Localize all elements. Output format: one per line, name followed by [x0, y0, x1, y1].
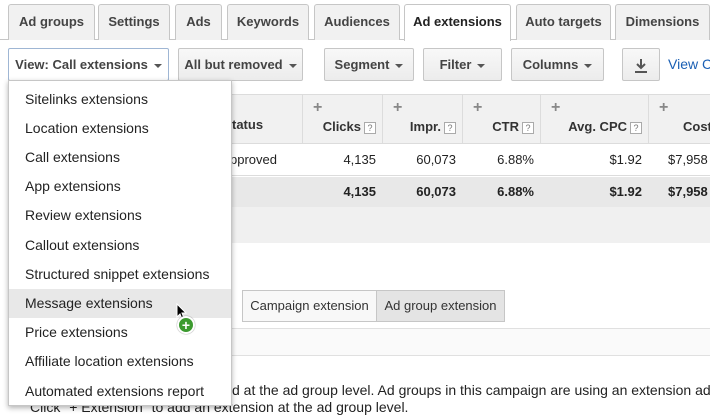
status-filter-label: All but removed — [184, 57, 283, 72]
column-label: Clicks — [322, 119, 361, 134]
status-filter-button[interactable]: All but removed — [178, 48, 303, 81]
menu-item-price[interactable]: Price extensions — [9, 318, 231, 347]
chevron-down-icon — [477, 63, 486, 68]
download-icon — [635, 58, 647, 73]
tab-settings[interactable]: Settings — [98, 4, 170, 40]
column-label: Cost — [683, 119, 710, 134]
filter-button[interactable]: Filter — [423, 48, 502, 81]
tab-keywords[interactable]: Keywords — [227, 4, 309, 40]
add-column-icon[interactable]: + — [393, 99, 402, 117]
menu-item-sitelinks[interactable]: Sitelinks extensions — [9, 85, 231, 114]
column-cost[interactable]: + Cost — [648, 95, 710, 145]
columns-label: Columns — [522, 57, 579, 72]
menu-item-message[interactable]: Message extensions — [9, 289, 231, 318]
campaign-extension-button[interactable]: Campaign extension — [242, 290, 377, 322]
avg-cpc-cell: $1.92 — [609, 152, 642, 167]
total-row: 4,135 60,073 6.88% $1.92 $7,958 — [230, 177, 710, 207]
chevron-down-icon — [288, 63, 297, 68]
total-ctr: 6.88% — [497, 184, 534, 199]
view-selector-label: View: Call extensions — [15, 57, 148, 72]
ctr-cell: 6.88% — [497, 152, 534, 167]
table-footer — [230, 207, 710, 243]
table-header: + Clicks? + Impr.? + CTR? + Avg. CPC? + … — [230, 94, 710, 145]
add-column-icon[interactable]: + — [473, 99, 482, 117]
adgroup-extension-button[interactable]: Ad group extension — [376, 290, 505, 322]
impressions-cell: 60,073 — [416, 152, 456, 167]
column-ctr[interactable]: + CTR? — [462, 95, 540, 145]
section-divider — [230, 328, 710, 356]
view-selector-button[interactable]: View: Call extensions — [8, 48, 169, 81]
tab-ad-extensions[interactable]: Ad extensions — [404, 4, 511, 41]
menu-item-app[interactable]: App extensions — [9, 172, 231, 201]
download-button[interactable] — [622, 48, 660, 81]
view-dropdown-menu: Sitelinks extensions Location extensions… — [8, 80, 232, 406]
total-avg-cpc: $1.92 — [609, 184, 642, 199]
menu-item-structured-snippet[interactable]: Structured snippet extensions — [9, 260, 231, 289]
column-avg-cpc[interactable]: + Avg. CPC? — [540, 95, 648, 145]
total-clicks: 4,135 — [343, 184, 376, 199]
total-cost: $7,958 — [668, 184, 708, 199]
add-column-icon[interactable]: + — [313, 99, 322, 117]
view-change-history-link[interactable]: View C — [668, 56, 710, 72]
help-icon[interactable]: ? — [444, 121, 456, 134]
menu-item-affiliate-location[interactable]: Affiliate location extensions — [9, 347, 231, 376]
menu-item-location[interactable]: Location extensions — [9, 114, 231, 143]
tab-bar: Ad groups Settings Ads Keywords Audience… — [0, 0, 710, 41]
menu-item-automated-report[interactable]: Automated extensions report — [9, 377, 231, 406]
chevron-down-icon — [584, 63, 593, 68]
total-impressions: 60,073 — [416, 184, 456, 199]
status-cell: pproved — [230, 152, 277, 167]
tab-ads[interactable]: Ads — [175, 4, 222, 40]
segment-label: Segment — [334, 57, 390, 72]
menu-item-call[interactable]: Call extensions — [9, 143, 231, 172]
table-row: pproved 4,135 60,073 6.88% $1.92 $7,958 — [230, 144, 710, 176]
add-icon: + — [177, 316, 195, 334]
tab-dimensions[interactable]: Dimensions — [615, 4, 710, 40]
chevron-down-icon — [395, 63, 404, 68]
tab-audiences[interactable]: Audiences — [314, 4, 400, 40]
filter-label: Filter — [439, 57, 472, 72]
cost-cell: $7,958 — [668, 152, 708, 167]
column-impressions[interactable]: + Impr.? — [382, 95, 462, 145]
help-icon[interactable]: ? — [630, 121, 642, 134]
columns-button[interactable]: Columns — [511, 48, 604, 81]
add-column-icon[interactable]: + — [551, 99, 560, 117]
column-status[interactable]: tatus — [232, 117, 263, 132]
tab-auto-targets[interactable]: Auto targets — [516, 4, 611, 40]
column-label: CTR — [492, 119, 519, 134]
chevron-down-icon — [153, 63, 162, 68]
column-clicks[interactable]: + Clicks? — [302, 95, 382, 145]
segment-button[interactable]: Segment — [324, 48, 414, 81]
info-text-line1: d at the ad group level. Ad groups in th… — [232, 382, 710, 398]
menu-item-review[interactable]: Review extensions — [9, 201, 231, 230]
help-icon[interactable]: ? — [522, 121, 534, 134]
menu-item-callout[interactable]: Callout extensions — [9, 231, 231, 260]
add-column-icon[interactable]: + — [659, 99, 668, 117]
column-label: Impr. — [409, 119, 441, 134]
column-label: Avg. CPC — [568, 119, 627, 134]
tab-ad-groups[interactable]: Ad groups — [8, 4, 95, 40]
help-icon[interactable]: ? — [364, 121, 376, 134]
clicks-cell: 4,135 — [343, 152, 376, 167]
